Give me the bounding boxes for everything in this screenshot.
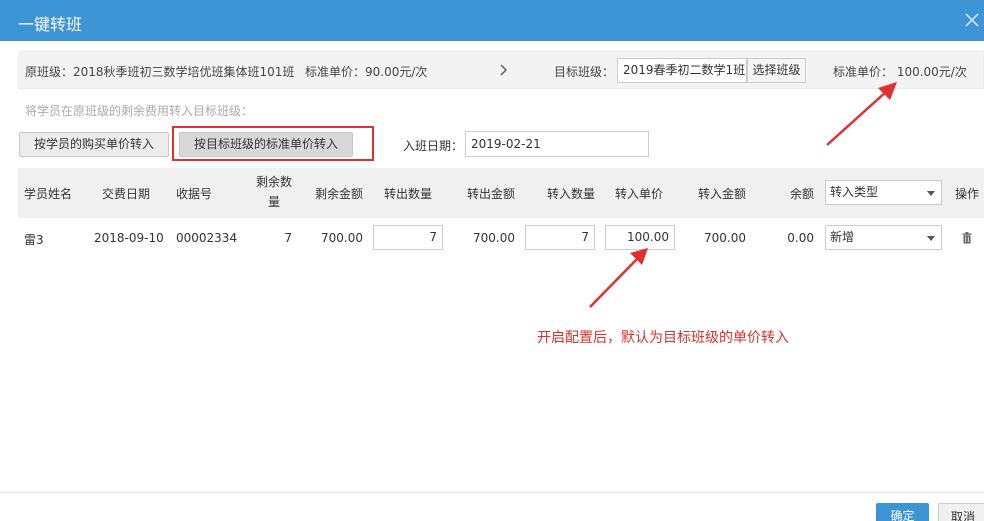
close-icon[interactable] [962, 10, 982, 30]
table-header: 学员姓名 交费日期 收据号 剩余数 量 剩余金额 转出数量 转出金额 转入数量 … [18, 168, 984, 218]
cell-name: 雷3 [24, 233, 44, 247]
header-out-amount: 转出金额 [467, 187, 516, 201]
highlight-box [172, 126, 374, 161]
cell-balance: 0.00 [787, 231, 814, 245]
dialog-title: 一键转班 [18, 15, 83, 34]
ok-button[interactable]: 确定 [876, 503, 929, 521]
header-in-qty: 转入数量 [547, 187, 596, 201]
cell-in-amount: 700.00 [704, 231, 746, 245]
class-info-bar: 原班级：2018秋季班初三数学培优班集体班101班 标准单价：90.00元/次 … [18, 51, 984, 89]
cell-remain-qty: 7 [284, 231, 292, 245]
cell-pay-date: 2018-09-10 [94, 231, 164, 245]
select-class-button[interactable]: 选择班级 [747, 58, 806, 83]
header-balance: 余额 [790, 187, 815, 201]
target-class-field[interactable]: 2019春季初二数学1班 [617, 58, 747, 83]
header-in-price: 转入单价 [615, 187, 664, 201]
cancel-button[interactable]: 取消 [938, 503, 984, 521]
transfer-type-value: 新增 [830, 230, 855, 244]
table-row: 雷3 2018-09-10 00002334 7 700.00 7 700.00… [18, 219, 984, 257]
dropdown-arrow-icon [927, 191, 935, 196]
cell-out-amount: 700.00 [473, 231, 515, 245]
header-remain-qty-line2: 量 [267, 195, 280, 209]
source-class-label: 原班级：2018秋季班初三数学培优班集体班101班 [25, 65, 295, 79]
trash-icon[interactable] [962, 232, 972, 244]
source-price-label: 标准单价：90.00元/次 [305, 65, 428, 79]
header-out-qty: 转出数量 [384, 187, 433, 201]
header-remain-qty: 剩余数 量 [254, 172, 294, 212]
chevron-right-icon [500, 64, 507, 76]
transfer-type-header-value: 转入类型 [830, 185, 879, 199]
footer-divider [0, 492, 984, 493]
target-price-label: 标准单价： 100.00元/次 [833, 65, 967, 79]
transfer-hint: 将学员在原班级的剩余费用转入目标班级： [25, 104, 254, 118]
header-in-amount: 转入金额 [698, 187, 747, 201]
in-price-input[interactable]: 100.00 [605, 225, 675, 250]
annotation-text: 开启配置后，默认为目标班级的单价转入 [537, 330, 789, 346]
header-name: 学员姓名 [24, 187, 73, 201]
arrow-to-target-price [826, 82, 897, 146]
header-remain-qty-line1: 剩余数 [255, 175, 292, 189]
in-qty-input[interactable]: 7 [525, 225, 595, 250]
header-pay-date: 交费日期 [102, 187, 151, 201]
transfer-type-header-select[interactable]: 转入类型 [825, 180, 942, 205]
header-remain-amount: 剩余金额 [315, 187, 364, 201]
cell-remain-amount: 700.00 [321, 231, 363, 245]
out-qty-input[interactable]: 7 [373, 225, 443, 250]
by-purchase-price-button[interactable]: 按学员的购买单价转入 [19, 132, 169, 157]
header-receipt: 收据号 [176, 187, 213, 201]
transfer-type-select[interactable]: 新增 [825, 225, 942, 250]
dialog-titlebar: 一键转班 [0, 0, 984, 41]
header-action: 操作 [955, 187, 980, 201]
dropdown-arrow-icon [927, 236, 935, 241]
cell-receipt: 00002334 [176, 231, 238, 245]
enroll-date-label: 入班日期： [403, 139, 464, 153]
target-class-label: 目标班级： [554, 65, 615, 79]
enroll-date-input[interactable]: 2019-02-21 [465, 131, 649, 157]
